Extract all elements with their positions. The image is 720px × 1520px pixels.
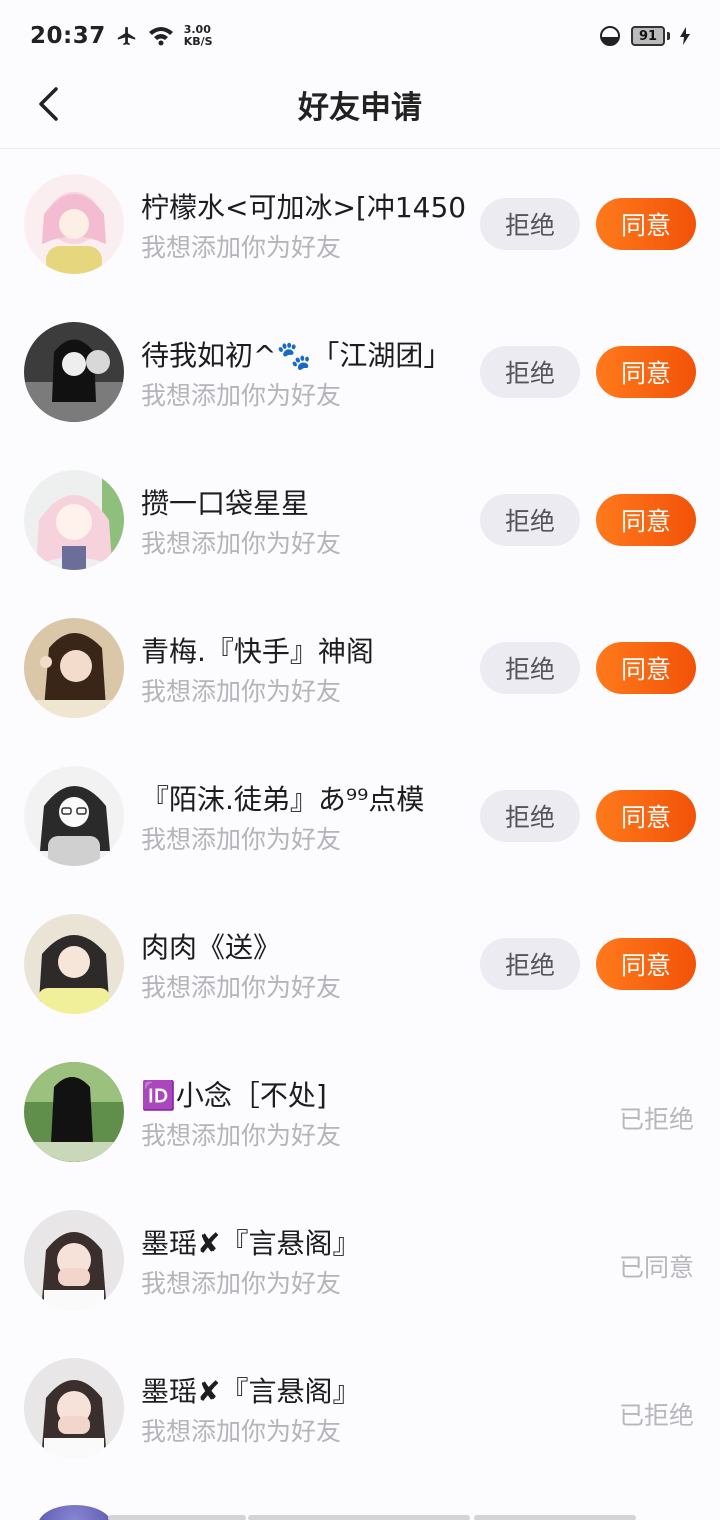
request-message: 我想添加你为好友 xyxy=(141,529,342,558)
request-message: 我想添加你为好友 xyxy=(141,1269,342,1298)
reject-button[interactable]: 拒绝 xyxy=(480,346,580,398)
reject-button[interactable]: 拒绝 xyxy=(480,790,580,842)
request-message: 我想添加你为好友 xyxy=(141,233,342,262)
request-item: 『陌沫.徒弟』あ⁹⁹点模 我想添加你为好友 拒绝 同意 xyxy=(0,742,720,890)
request-message: 我想添加你为好友 xyxy=(141,973,342,1002)
reject-button[interactable]: 拒绝 xyxy=(480,938,580,990)
request-status: 已拒绝 xyxy=(618,1105,694,1134)
avatar[interactable] xyxy=(24,1062,124,1162)
divider xyxy=(474,1515,636,1520)
request-item: 攒一口袋星星 我想添加你为好友 拒绝 同意 xyxy=(0,446,720,594)
requester-name: 墨瑶✘『言悬阁』 xyxy=(141,1227,361,1260)
page-title: 好友申请 xyxy=(298,90,422,126)
status-bar: 20:37 3.00 KB/S 91 xyxy=(0,0,720,72)
requester-name: 青梅.『快手』神阁 xyxy=(141,635,374,668)
next-request-item-partial xyxy=(0,1500,720,1520)
airplane-icon xyxy=(117,26,135,46)
request-item: 青梅.『快手』神阁 我想添加你为好友 拒绝 同意 xyxy=(0,594,720,742)
request-message: 我想添加你为好友 xyxy=(141,381,342,410)
request-status: 已拒绝 xyxy=(618,1401,694,1430)
avatar[interactable] xyxy=(24,322,124,422)
accept-button[interactable]: 同意 xyxy=(596,938,696,990)
request-item: 肉肉《送》 我想添加你为好友 拒绝 同意 xyxy=(0,890,720,1038)
avatar[interactable] xyxy=(24,1358,124,1458)
requester-name: 待我如初^🐾「江湖团」 xyxy=(141,339,452,372)
battery-icon: 91 xyxy=(631,26,670,46)
request-status: 已同意 xyxy=(618,1253,694,1282)
accept-button[interactable]: 同意 xyxy=(596,494,696,546)
request-item: 墨瑶✘『言悬阁』 我想添加你为好友 已拒绝 xyxy=(0,1334,720,1482)
wifi-icon xyxy=(148,27,173,46)
clock: 20:37 xyxy=(30,23,106,49)
divider xyxy=(108,1515,246,1520)
reject-button[interactable]: 拒绝 xyxy=(480,494,580,546)
title-bar: 好友申请 xyxy=(0,72,720,149)
request-item: 柠檬水<可加冰>[冲1450] 我想添加你为好友 拒绝 同意 xyxy=(0,150,720,298)
request-item: 墨瑶✘『言悬阁』 我想添加你为好友 已同意 xyxy=(0,1186,720,1334)
request-item: 待我如初^🐾「江湖团」 我想添加你为好友 拒绝 同意 xyxy=(0,298,720,446)
accept-button[interactable]: 同意 xyxy=(596,346,696,398)
request-message: 我想添加你为好友 xyxy=(141,1417,342,1446)
request-message: 我想添加你为好友 xyxy=(141,677,342,706)
avatar[interactable] xyxy=(24,914,124,1014)
friend-request-list: 柠檬水<可加冰>[冲1450] 我想添加你为好友 拒绝 同意 待我如初^🐾「江湖… xyxy=(0,150,720,1482)
avatar[interactable] xyxy=(24,618,124,718)
request-message: 我想添加你为好友 xyxy=(141,1121,342,1150)
avatar[interactable] xyxy=(24,1210,124,1310)
requester-name: 🆔小念［不处] xyxy=(141,1079,327,1112)
data-saver-icon xyxy=(600,26,620,46)
reject-button[interactable]: 拒绝 xyxy=(480,198,580,250)
accept-button[interactable]: 同意 xyxy=(596,198,696,250)
request-item: 🆔小念［不处] 我想添加你为好友 已拒绝 xyxy=(0,1038,720,1186)
divider xyxy=(248,1515,470,1520)
avatar[interactable] xyxy=(24,766,124,866)
requester-name: 『陌沫.徒弟』あ⁹⁹点模 xyxy=(141,783,425,816)
avatar[interactable] xyxy=(24,470,124,570)
network-speed: 3.00 KB/S xyxy=(183,23,213,48)
accept-button[interactable]: 同意 xyxy=(596,790,696,842)
requester-name: 墨瑶✘『言悬阁』 xyxy=(141,1375,361,1408)
requester-name: 柠檬水<可加冰>[冲1450] xyxy=(141,191,466,224)
reject-button[interactable]: 拒绝 xyxy=(480,642,580,694)
avatar xyxy=(38,1505,112,1520)
request-message: 我想添加你为好友 xyxy=(141,825,342,854)
accept-button[interactable]: 同意 xyxy=(596,642,696,694)
requester-name: 攒一口袋星星 xyxy=(141,487,310,520)
charging-icon xyxy=(680,27,690,45)
avatar[interactable] xyxy=(24,174,124,274)
requester-name: 肉肉《送》 xyxy=(141,931,282,964)
